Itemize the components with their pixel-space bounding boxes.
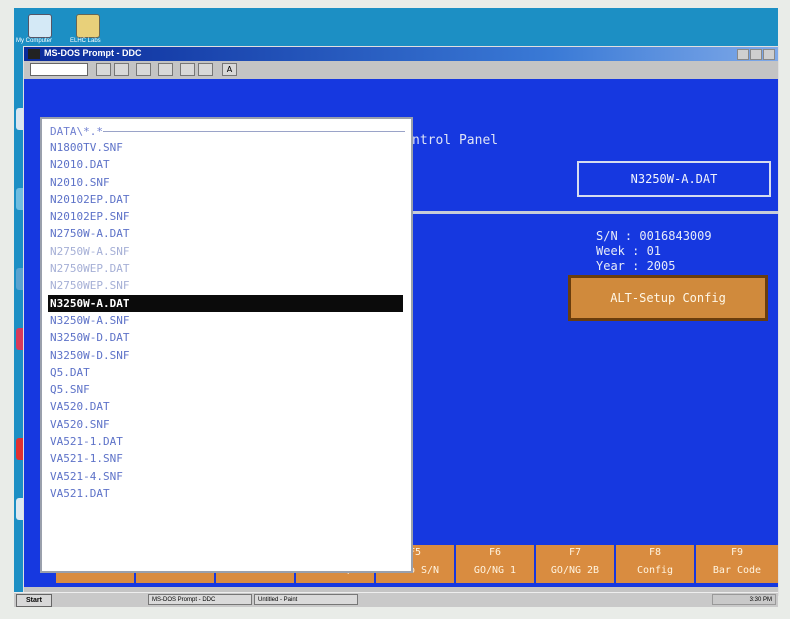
file-list-box[interactable]: DATA\*.* N1800TV.SNF N2010.DAT N2010.SNF N2…: [40, 117, 413, 573]
file-list-item[interactable]: N2750WEP.DAT: [48, 260, 403, 277]
properties-icon[interactable]: [180, 63, 195, 76]
dos-window: MS-DOS Prompt - DDC A ntrol Panel N3250W…: [23, 46, 779, 596]
minimize-button[interactable]: [737, 49, 749, 60]
start-button[interactable]: Start: [16, 594, 52, 607]
taskbar-item-dos[interactable]: MS-DOS Prompt - DDC: [148, 594, 252, 605]
list-path: DATA\*.*: [50, 125, 103, 138]
year-value: Year : 2005: [596, 259, 676, 273]
week-value: Week : 01: [596, 244, 662, 258]
taskbar: Start MS-DOS Prompt - DDC Untitled - Pai…: [14, 592, 778, 607]
divider: [412, 211, 778, 214]
file-list-item[interactable]: N3250W-A.DAT: [48, 294, 403, 312]
file-list-item[interactable]: N2010.DAT: [48, 156, 403, 173]
copy-icon[interactable]: [114, 63, 129, 76]
file-list-item[interactable]: N3250W-D.SNF: [48, 347, 403, 364]
paste-icon[interactable]: [136, 63, 151, 76]
font-icon[interactable]: A: [222, 63, 237, 76]
file-list: N1800TV.SNF N2010.DAT N2010.SNF N20102EP.DA…: [48, 139, 403, 502]
serial-number: S/N : 0016843009: [596, 229, 712, 243]
fkey-number: F6: [488, 547, 502, 558]
mark-icon[interactable]: [96, 63, 111, 76]
panel-title: ntrol Panel: [412, 133, 499, 148]
current-file-box: N3250W-A.DAT: [577, 161, 771, 197]
folder-icon[interactable]: [76, 14, 100, 38]
title-bar[interactable]: MS-DOS Prompt - DDC: [24, 47, 778, 61]
fkey-label: Bar Code: [712, 565, 762, 576]
fkey-label: GO/NG 2B: [550, 565, 600, 576]
file-list-item[interactable]: VA521-1.SNF: [48, 450, 403, 467]
fkey-number: F9: [730, 547, 744, 558]
file-list-item[interactable]: N1800TV.SNF: [48, 139, 403, 156]
dos-screen: ntrol Panel N3250W-A.DAT S/N : 001684300…: [24, 79, 778, 587]
fullscreen-icon[interactable]: [158, 63, 173, 76]
system-clock: 3:30 PM: [712, 594, 776, 605]
file-list-item[interactable]: N20102EP.SNF: [48, 208, 403, 225]
file-list-item[interactable]: N2750WEP.SNF: [48, 277, 403, 294]
desktop-icon-label: My Computer: [16, 38, 53, 44]
file-list-header: DATA\*.*: [50, 125, 103, 138]
list-divider: [50, 131, 405, 132]
file-list-item[interactable]: VA520.DAT: [48, 398, 403, 415]
file-list-item[interactable]: N3250W-D.DAT: [48, 329, 403, 346]
file-list-item[interactable]: Q5.DAT: [48, 364, 403, 381]
window-title: MS-DOS Prompt - DDC: [44, 48, 142, 58]
file-list-item[interactable]: N3250W-A.SNF: [48, 312, 403, 329]
file-list-item[interactable]: N2010.SNF: [48, 174, 403, 191]
fkey-number: F7: [568, 547, 582, 558]
file-list-item[interactable]: VA521-1.DAT: [48, 433, 403, 450]
close-button[interactable]: [763, 49, 775, 60]
file-list-item[interactable]: VA521-4.SNF: [48, 468, 403, 485]
toolbar: A: [24, 61, 778, 79]
file-list-item[interactable]: N20102EP.DAT: [48, 191, 403, 208]
file-list-item[interactable]: VA520.SNF: [48, 416, 403, 433]
fkey-label: GO/NG 1: [473, 565, 517, 576]
fkey-label: Config: [636, 565, 674, 576]
maximize-button[interactable]: [750, 49, 762, 60]
file-list-item[interactable]: N2750W-A.DAT: [48, 225, 403, 242]
fkey-number: F8: [648, 547, 662, 558]
fkey-go-ng-2b[interactable]: F7 GO/NG 2B: [536, 545, 616, 583]
background-icon[interactable]: [198, 63, 213, 76]
file-list-item[interactable]: N2750W-A.SNF: [48, 243, 403, 260]
fkey-bar-code[interactable]: F9 Bar Code: [696, 545, 778, 583]
desktop-icon-label: ELHC Labs: [70, 38, 101, 44]
fkey-go-ng-1[interactable]: F6 GO/NG 1: [456, 545, 536, 583]
alt-setup-config-button[interactable]: ALT-Setup Config: [568, 275, 768, 321]
fkey-config[interactable]: F8 Config: [616, 545, 696, 583]
window-controls: [737, 49, 775, 60]
file-list-item[interactable]: Q5.SNF: [48, 381, 403, 398]
msdos-icon: [28, 49, 40, 59]
computer-icon[interactable]: [28, 14, 52, 38]
file-list-item[interactable]: VA521.DAT: [48, 485, 403, 502]
font-size-select[interactable]: [30, 63, 88, 76]
taskbar-item-paint[interactable]: Untitled - Paint: [254, 594, 358, 605]
